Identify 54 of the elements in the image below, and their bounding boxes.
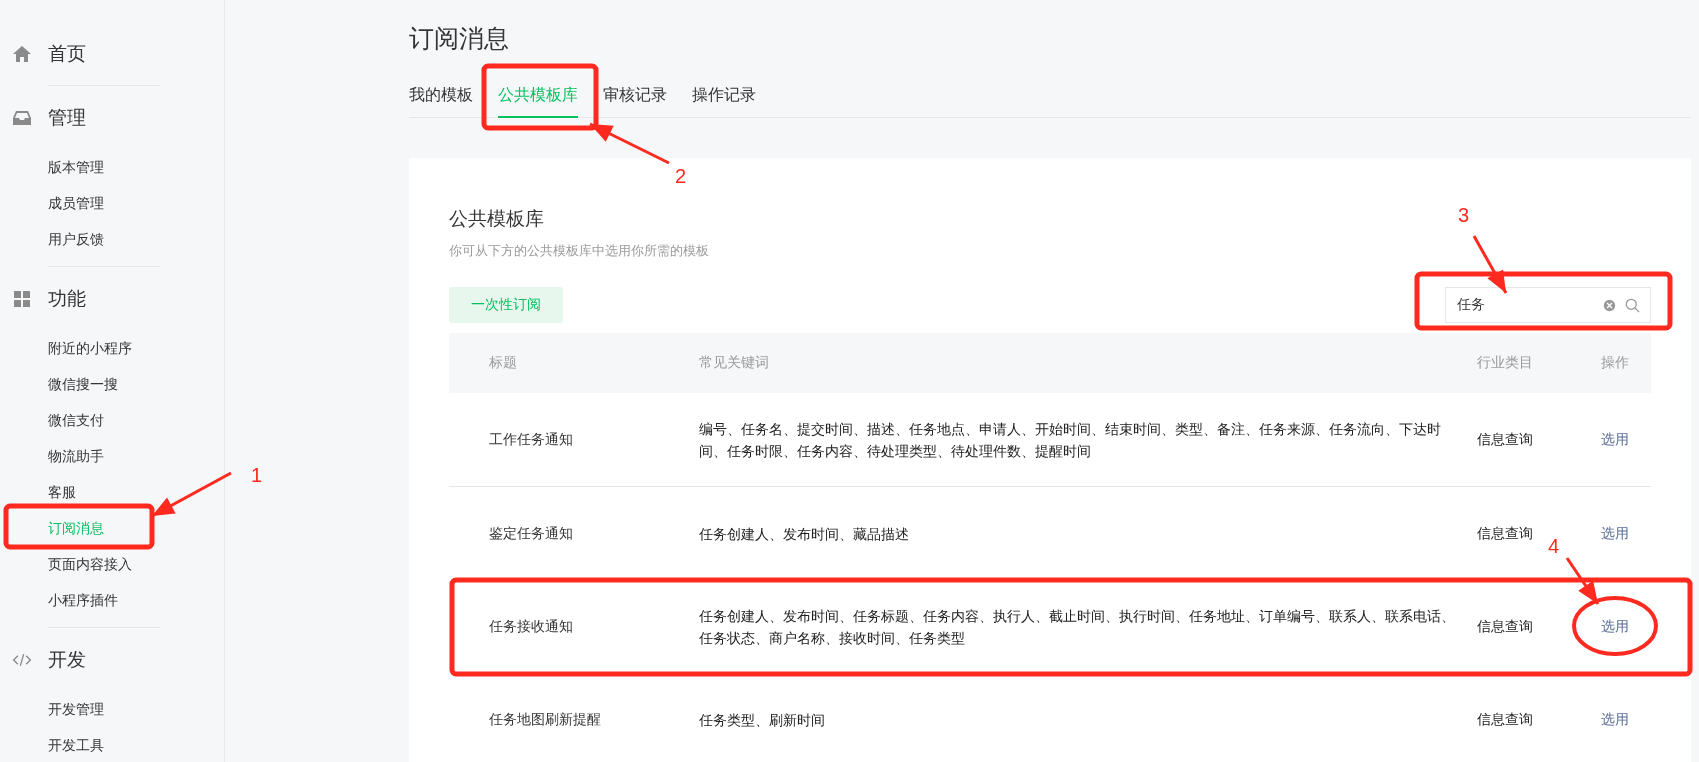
column-header: 标题: [488, 354, 518, 372]
sidebar-item[interactable]: 开发管理: [0, 691, 224, 727]
sidebar-item[interactable]: 附近的小程序: [0, 330, 224, 366]
category-text: 信息查询: [1477, 710, 1534, 729]
select-link[interactable]: 选用: [1601, 430, 1651, 449]
search-field[interactable]: 任务: [1445, 287, 1651, 323]
sidebar-item[interactable]: 微信支付: [0, 402, 224, 438]
sidebar-item[interactable]: 物流助手: [0, 438, 224, 474]
sidebar-item[interactable]: 页面内容接入: [0, 546, 224, 582]
sidebar-section[interactable]: 首页: [0, 32, 224, 76]
tab[interactable]: 我的模板: [409, 77, 473, 118]
select-link[interactable]: 选用: [1601, 524, 1651, 543]
sidebar-section[interactable]: 管理: [0, 96, 224, 140]
sidebar-item[interactable]: 微信搜一搜: [0, 366, 224, 402]
annotation-number: 4: [1548, 535, 1560, 557]
keywords-text: 任务类型、刷新时间: [699, 710, 826, 730]
card-subtitle: 你可从下方的公共模板库中选用你所需的模板: [449, 242, 710, 260]
sidebar-item[interactable]: 成员管理: [0, 185, 224, 221]
column-header: 行业类目: [1477, 354, 1534, 372]
category-text: 信息查询: [1477, 617, 1534, 636]
sidebar-item[interactable]: 开发工具: [0, 727, 224, 762]
annotation-number: 3: [1458, 204, 1470, 226]
home-icon: [12, 44, 32, 64]
select-link[interactable]: 选用: [1601, 710, 1651, 729]
annotation-number: 1: [251, 464, 263, 486]
tab[interactable]: 操作记录: [692, 77, 756, 118]
keywords-text: 任务创建人、发布时间、藏品描述: [699, 524, 910, 544]
category-text: 信息查询: [1477, 430, 1534, 449]
category-text: 信息查询: [1477, 524, 1534, 543]
page-title: 订阅消息: [409, 23, 510, 54]
keywords-text: 任务创建人、发布时间、任务标题、任务内容、执行人、截止时间、执行时间、任务地址、订单编号、联系人、联系电话、任务状态、商户名称、接收时间、任务类型: [699, 606, 1456, 648]
annotation-arrow: [1472, 235, 1508, 294]
template-title: 任务地图刷新提醒: [488, 710, 602, 729]
template-title: 任务接收通知: [488, 617, 574, 636]
clear-icon[interactable]: [1603, 298, 1616, 312]
template-title: 工作任务通知: [488, 430, 574, 449]
tab[interactable]: 审核记录: [603, 77, 667, 118]
column-header: 常见关键词: [699, 354, 770, 372]
template-title: 鉴定任务通知: [488, 524, 574, 543]
search-icon[interactable]: [1625, 297, 1640, 313]
card-title: 公共模板库: [449, 207, 544, 231]
grid-icon: [12, 289, 32, 309]
sidebar-item[interactable]: 版本管理: [0, 149, 224, 185]
annotation-number: 2: [675, 165, 687, 187]
sidebar-item[interactable]: 小程序插件: [0, 582, 224, 618]
annotation-arrow: [1565, 557, 1600, 605]
keywords-text: 编号、任务名、提交时间、描述、任务地点、申请人、开始时间、结束时间、类型、备注、任务来源、任务流向、下达时间、任务时限、任务内容、待处理类型、待处理件数、提醒时间: [699, 419, 1442, 461]
inbox-icon: [12, 108, 32, 128]
select-link[interactable]: 选用: [1601, 617, 1651, 636]
sidebar-section[interactable]: 开发: [0, 638, 224, 682]
sidebar-item[interactable]: 客服: [0, 474, 224, 510]
sidebar-item[interactable]: 用户反馈: [0, 221, 224, 257]
column-header: 操作: [1601, 354, 1630, 372]
sidebar-section[interactable]: 功能: [0, 277, 224, 321]
